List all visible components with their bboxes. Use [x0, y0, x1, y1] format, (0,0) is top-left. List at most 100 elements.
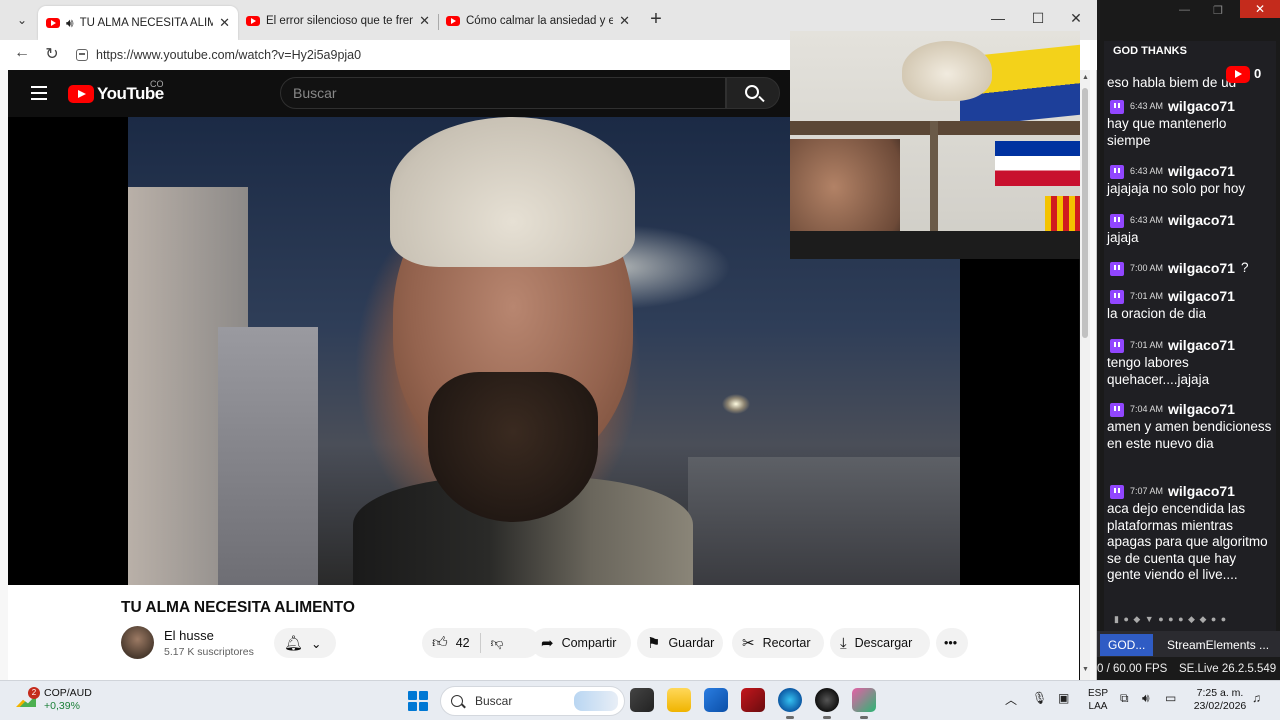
twitch-icon — [1110, 289, 1124, 304]
minimize-icon[interactable]: — — [1179, 4, 1190, 16]
obs-status-bar: 0 / 60.00 FPS SE.Live 26.2.5.549 — [1097, 658, 1280, 680]
channel-avatar[interactable] — [121, 626, 154, 659]
channel-name[interactable]: El husse — [164, 628, 214, 643]
country-code: CO — [150, 79, 164, 89]
chat-message: 7:01 AM wilgaco71 tengo labores quehacer.… — [1107, 337, 1273, 388]
notification-bell-icon[interactable]: ♫ — [1252, 691, 1261, 705]
bell-icon: 🔔︎ — [284, 635, 304, 652]
notifications-button[interactable]: 🔔︎ ⌄ — [274, 628, 336, 658]
stock-chart-icon: 2 — [16, 687, 40, 711]
taskbar: 2 COP/AUD +0,39% Buscar ︿ 🎙︎ ▣ ESP LAA ⧉… — [0, 680, 1280, 720]
clip-button[interactable]: ✂ Recortar — [732, 628, 824, 658]
task-view-icon[interactable] — [630, 688, 654, 712]
tab-list-button[interactable]: ⌄ — [8, 8, 36, 32]
widget-title: COP/AUD — [44, 687, 92, 699]
file-explorer-icon[interactable] — [667, 688, 691, 712]
chat-user: wilgaco71 — [1168, 288, 1235, 305]
chat-message: 7:04 AM wilgaco71 amen y amen bendiciones… — [1107, 401, 1273, 452]
scrollbar-thumb[interactable] — [1082, 88, 1088, 338]
dock-tab-god[interactable]: GOD... — [1100, 634, 1154, 656]
chat-app-icon[interactable] — [852, 688, 876, 719]
chat-message: 6:43 AM wilgaco71 jajaja — [1107, 212, 1273, 247]
taskbar-search-label: Buscar — [475, 694, 513, 708]
tab-3[interactable]: Cómo calmar la ansiedad y el ruido ✕ — [438, 6, 638, 36]
menu-icon[interactable] — [31, 86, 47, 100]
search-input[interactable]: Buscar — [280, 77, 726, 109]
display-icon[interactable]: ▣ — [1058, 691, 1069, 705]
url-text: https://www.youtube.com/watch?v=Hy2i5a9p… — [96, 48, 362, 62]
twitch-icon — [1110, 99, 1124, 114]
minimize-button[interactable]: — — [988, 10, 1008, 26]
bookmark-icon: ⚑ — [647, 635, 661, 652]
tab-title: El error silencioso que te frena y Cómo — [266, 15, 414, 27]
chat-message: 7:01 AM wilgaco71 la oracion de dia — [1107, 288, 1273, 323]
like-dislike-group: 👍︎ 42 👎︎ — [422, 628, 540, 658]
close-window-button[interactable]: ✕ — [1066, 10, 1086, 27]
youtube-viewers-icon — [1226, 66, 1250, 83]
tab-active[interactable]: 🔊︎ TU ALMA NECESITA ALIMENTO ✕ — [38, 6, 238, 40]
close-tab-icon[interactable]: ✕ — [619, 13, 630, 29]
like-icon[interactable]: 👍︎ — [432, 634, 448, 652]
taskbar-search[interactable]: Buscar — [440, 686, 625, 716]
scroll-down-icon[interactable]: ▼ — [1082, 666, 1089, 673]
chat-text: amen y amen bendicioness en este nuevo d… — [1107, 419, 1272, 451]
show-hidden-icons[interactable]: ︿ — [1005, 691, 1017, 708]
chat-user: wilgaco71 — [1168, 483, 1235, 500]
youtube-play-icon — [68, 85, 94, 103]
close-tab-icon[interactable]: ✕ — [219, 15, 230, 31]
back-arrow-icon[interactable]: ← — [10, 44, 34, 62]
windows-start-icon[interactable] — [408, 691, 428, 711]
twitch-icon — [1110, 402, 1124, 417]
emote-bar[interactable]: ▮ ● ◆ ▼ ● ● ● ◆ ◆ ● ● — [1114, 614, 1227, 625]
twitch-icon — [1110, 261, 1124, 276]
chat-message: 7:00 AM wilgaco71? — [1107, 260, 1273, 277]
download-button[interactable]: ⤓ Descargar — [830, 628, 930, 658]
close-tab-icon[interactable]: ✕ — [419, 13, 430, 29]
share-button[interactable]: ➦ Compartir — [531, 628, 631, 658]
chat-text: jajajaja no solo por hoy — [1107, 181, 1246, 196]
edge-browser-icon[interactable] — [778, 688, 802, 719]
network-icon[interactable]: ⧉ — [1120, 691, 1129, 706]
chat-user: wilgaco71 — [1168, 98, 1235, 115]
webcam-floor — [790, 231, 1080, 259]
chat-time: 6:43 AM — [1130, 215, 1164, 226]
new-tab-button[interactable]: + — [644, 8, 668, 30]
speaker-icon[interactable]: 🔊︎ — [66, 16, 74, 31]
app-icon[interactable] — [741, 688, 765, 712]
search-icon — [745, 85, 759, 99]
language-indicator[interactable]: ESP LAA — [1087, 687, 1109, 713]
clock-date: 23/02/2026 — [1193, 700, 1247, 712]
system-clock[interactable]: 7:25 a. m. 23/02/2026 — [1190, 687, 1250, 713]
save-button[interactable]: ⚑ Guardar — [637, 628, 723, 658]
search-icon — [451, 695, 463, 707]
chat-time: 7:01 AM — [1130, 291, 1164, 302]
youtube-favicon-icon — [246, 16, 260, 26]
maximize-button[interactable]: ☐ — [1028, 10, 1048, 27]
volume-icon[interactable]: 🔊︎ — [1142, 691, 1150, 706]
video-building — [218, 327, 318, 585]
like-count[interactable]: 42 — [456, 636, 470, 650]
weather-widget[interactable]: 2 COP/AUD +0,39% — [16, 687, 92, 713]
search-button[interactable] — [726, 77, 780, 109]
chat-title: GOD THANKS — [1113, 45, 1187, 57]
reload-icon[interactable]: ↻ — [40, 44, 64, 64]
chat-time: 6:43 AM — [1130, 101, 1164, 112]
microphone-icon[interactable]: 🎙︎ — [1032, 691, 1047, 705]
store-icon[interactable] — [704, 688, 728, 712]
more-actions-button[interactable]: ••• — [936, 628, 968, 658]
page-scrollbar[interactable]: ▲ ▼ — [1080, 70, 1090, 680]
tab-title: TU ALMA NECESITA ALIMENTO — [79, 17, 214, 29]
close-icon[interactable]: ✕ — [1240, 0, 1280, 18]
youtube-logo[interactable]: YouTube CO — [68, 79, 164, 104]
obs-icon[interactable] — [815, 688, 839, 719]
tab-2[interactable]: El error silencioso que te frena y Cómo … — [238, 6, 438, 36]
battery-icon[interactable]: ▭ — [1165, 691, 1176, 705]
video-person-cap — [390, 117, 635, 267]
restore-icon[interactable]: ❐ — [1213, 4, 1223, 17]
scroll-up-icon[interactable]: ▲ — [1082, 74, 1089, 81]
chat-text: ? — [1240, 260, 1249, 276]
site-info-icon[interactable] — [76, 49, 88, 61]
dock-tab-streamelements[interactable]: StreamElements ... — [1159, 634, 1277, 656]
dislike-icon[interactable]: 👎︎ — [491, 636, 504, 651]
url-field[interactable]: https://www.youtube.com/watch?v=Hy2i5a9p… — [76, 44, 876, 66]
